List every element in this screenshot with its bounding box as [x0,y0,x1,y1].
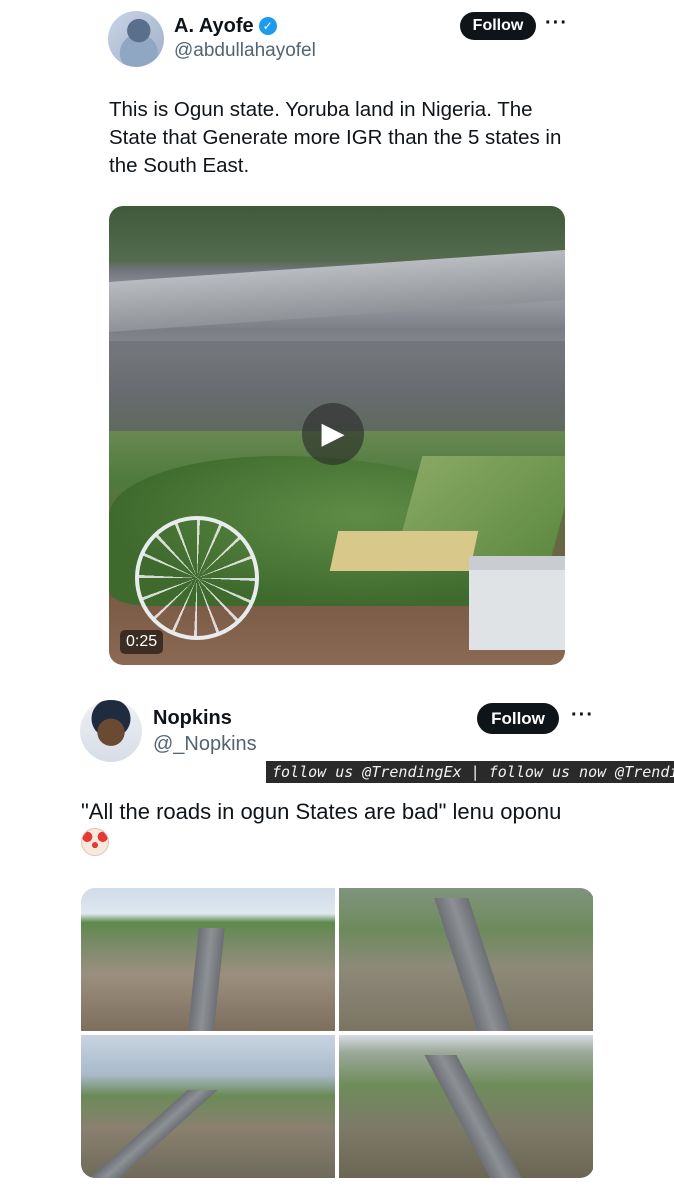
author-name[interactable]: Nopkins [153,707,232,730]
more-options-icon[interactable]: ··· [545,12,568,35]
watermark-banner: follow us @TrendingEx | follow us now @T… [266,761,674,783]
more-options-icon[interactable]: ··· [571,704,594,727]
video-player[interactable]: ▶ 0:25 [109,206,565,665]
avatar[interactable] [80,700,142,762]
video-frame-ferris-wheel [135,516,259,640]
post-text: "All the roads in ogun States are bad" l… [81,799,562,824]
photo-aerial-road-3[interactable] [81,1035,335,1178]
video-frame-building [469,556,565,650]
author-name-text[interactable]: A. Ayofe [174,15,254,37]
play-icon[interactable]: ▶ [302,403,364,465]
author-name[interactable]: A. Ayofe ✓ [174,15,277,38]
follow-button[interactable]: Follow [460,12,536,40]
clown-face-icon [81,828,109,856]
author-handle[interactable]: @abdullahayofel [174,40,316,62]
photo-aerial-road-4[interactable] [339,1035,593,1178]
video-duration: 0:25 [120,630,164,654]
verified-badge-icon: ✓ [258,17,277,35]
author-handle[interactable]: @_Nopkins [153,733,257,756]
video-frame-flyover [109,250,565,332]
photo-grid[interactable] [81,888,594,1178]
photo-aerial-road-1[interactable] [81,888,335,1031]
post-text: This is Ogun state. Yoruba land in Niger… [109,98,562,177]
avatar[interactable] [108,11,164,67]
photo-aerial-road-2[interactable] [339,888,593,1031]
video-frame-shelter [329,531,479,571]
follow-button[interactable]: Follow [477,703,559,734]
